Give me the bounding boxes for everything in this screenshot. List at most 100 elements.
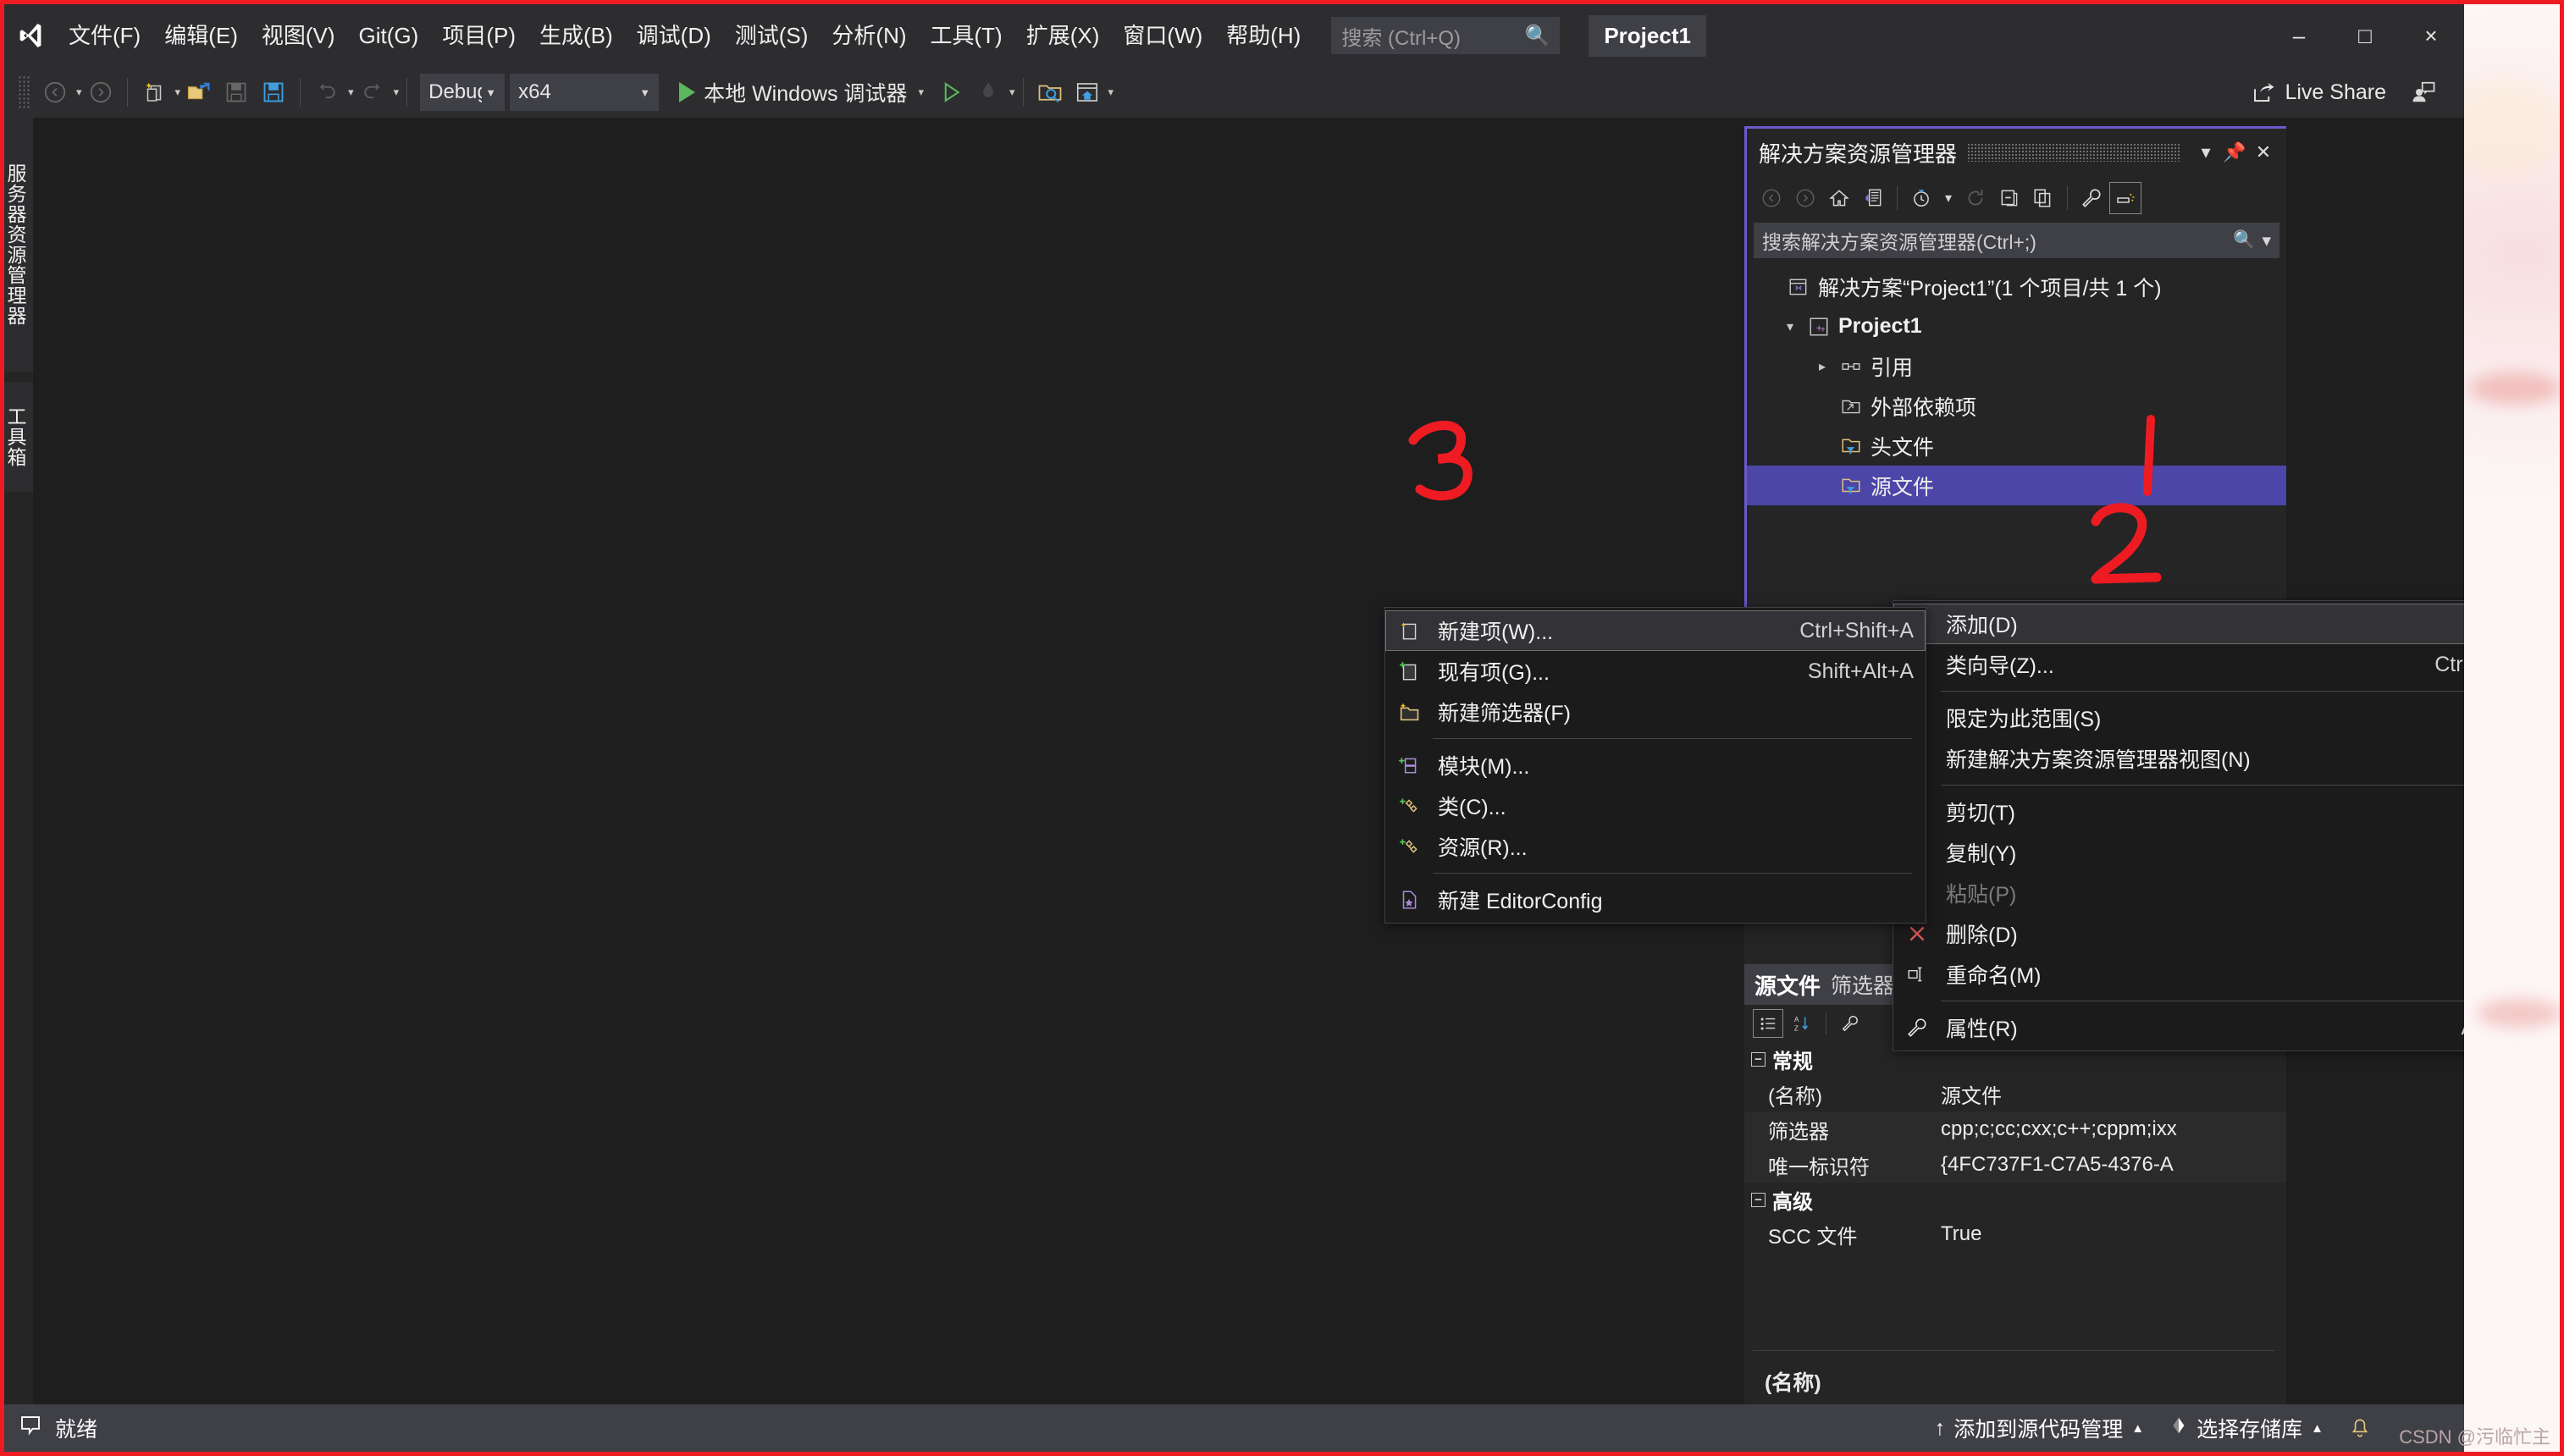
collapse-all-icon[interactable] <box>1993 182 2025 214</box>
panel-drag-grip[interactable] <box>1967 143 2181 162</box>
menu-item-view[interactable]: 视图(V) <box>250 14 347 58</box>
menu-item-file[interactable]: 文件(F) <box>57 14 152 58</box>
collapse-box-icon[interactable]: − <box>1751 1052 1766 1067</box>
menu-item-analyze[interactable]: 分析(N) <box>820 14 918 58</box>
context-menu-item-new-solution-explorer-view[interactable]: 新建解决方案资源管理器视图(N) <box>1893 738 2464 779</box>
menu-item-extensions[interactable]: 扩展(X) <box>1014 14 1112 58</box>
categorized-view-icon[interactable] <box>1753 1009 1783 1038</box>
menu-item-help[interactable]: 帮助(H) <box>1214 14 1312 58</box>
forward-icon[interactable] <box>1789 182 1821 214</box>
start-debugging-dropdown-icon[interactable]: ▾ <box>918 85 924 99</box>
sidebar-item-server-explorer[interactable]: 服务器资源管理器 <box>4 118 33 372</box>
open-file-icon[interactable] <box>180 74 218 111</box>
collapse-box-icon-2[interactable]: − <box>1751 1193 1766 1207</box>
menu-item-tools[interactable]: 工具(T) <box>919 14 1014 58</box>
menu-item-edit[interactable]: 编辑(E) <box>152 14 250 58</box>
toolbar-grip[interactable] <box>18 75 30 109</box>
properties-wrench-icon[interactable] <box>2075 182 2108 214</box>
pending-changes-icon[interactable] <box>1905 182 1937 214</box>
context-menu-item-scope-to-this[interactable]: 限定为此范围(S) <box>1893 698 2464 738</box>
tree-item-external-dependencies[interactable]: 外部依赖项 <box>1747 386 2286 426</box>
live-share-button[interactable]: Live Share <box>2242 74 2395 110</box>
tree-expander-project-icon[interactable]: ▾ <box>1777 318 1803 335</box>
property-value-name[interactable]: 源文件 <box>1932 1079 2286 1109</box>
context-menu-item-copy[interactable]: 复制(Y) Ctrl+C <box>1893 832 2464 873</box>
context-menu-item-class-wizard[interactable]: MFC 类向导(Z)... Ctrl+Shift+X <box>1893 644 2464 685</box>
hot-reload-icon[interactable] <box>970 74 1007 111</box>
property-row-name[interactable]: (名称) 源文件 <box>1744 1076 2286 1111</box>
menu-item-git[interactable]: Git(G) <box>347 14 431 58</box>
menu-item-test[interactable]: 测试(S) <box>723 14 821 58</box>
close-icon[interactable]: ✕ <box>2249 141 2278 163</box>
property-value-scc[interactable]: True <box>1932 1222 2286 1246</box>
sidebar-item-toolbox[interactable]: 工具箱 <box>4 382 33 492</box>
add-to-source-control-button[interactable]: ↑ 添加到源代码管理 ▲ <box>1935 1413 2144 1443</box>
property-row-guid[interactable]: 唯一标识符 {4FC737F1-C7A5-4376-A <box>1744 1147 2286 1183</box>
redo-icon[interactable] <box>354 74 391 111</box>
tree-item-header-files[interactable]: 头文件 <box>1747 426 2286 466</box>
property-row-filter[interactable]: 筛选器 cpp;c;cc;cxx;c++;cppm;ixx <box>1744 1111 2286 1147</box>
save-file-icon[interactable] <box>218 74 255 111</box>
home-window-icon[interactable] <box>1069 74 1106 111</box>
navigate-back-icon[interactable] <box>36 74 74 111</box>
home-icon[interactable] <box>1823 182 1855 214</box>
add-submenu-item-resource[interactable]: 资源(R)... <box>1385 826 1926 867</box>
tree-item-references[interactable]: ▸ 引用 <box>1747 346 2286 386</box>
context-menu-item-add[interactable]: 添加(D) ▶ <box>1893 604 2464 644</box>
search-options-chevron-icon[interactable]: ▾ <box>2262 230 2271 251</box>
tree-item-solution[interactable]: 解决方案“Project1”(1 个项目/共 1 个) <box>1747 267 2286 306</box>
solution-explorer-search-box[interactable]: 搜索解决方案资源管理器(Ctrl+;) 🔍 ▾ <box>1754 223 2279 258</box>
solution-configuration-dropdown[interactable]: Debug ▼ <box>420 74 505 111</box>
close-button[interactable]: × <box>2398 4 2464 67</box>
add-submenu-item-class[interactable]: 类(C)... <box>1385 786 1926 826</box>
minimize-button[interactable]: – <box>2266 4 2332 67</box>
notifications-button[interactable] <box>2349 1416 2371 1440</box>
global-search-input[interactable]: 搜索 (Ctrl+Q) <box>1341 21 1524 51</box>
show-all-files-icon[interactable] <box>2027 182 2059 214</box>
menu-item-window[interactable]: 窗口(W) <box>1111 14 1214 58</box>
property-value-filter[interactable]: cpp;c;cc;cxx;c++;cppm;ixx <box>1932 1117 2286 1141</box>
solution-view-icon[interactable] <box>1857 182 1889 214</box>
alphabetical-view-icon[interactable]: AZ <box>1787 1009 1817 1038</box>
tree-expander-references-icon[interactable]: ▸ <box>1810 358 1835 375</box>
feedback-icon[interactable] <box>2405 74 2442 111</box>
tree-item-project[interactable]: ▾ ++ Project1 <box>1747 306 2286 346</box>
save-all-icon[interactable] <box>255 74 292 111</box>
property-group-advanced[interactable]: − 高级 <box>1744 1183 2286 1216</box>
panel-menu-chevron-icon[interactable]: ▾ <box>2191 141 2220 163</box>
undo-icon[interactable] <box>308 74 345 111</box>
menu-item-debug[interactable]: 调试(D) <box>625 14 723 58</box>
property-pages-wrench-icon[interactable] <box>1835 1009 1865 1038</box>
context-menu-item-properties[interactable]: 属性(R) Alt+Enter <box>1893 1007 2464 1048</box>
add-submenu-item-new-editorconfig[interactable]: 新建 EditorConfig <box>1385 880 1926 920</box>
add-submenu-item-new-filter[interactable]: 新建筛选器(F) <box>1385 692 1926 732</box>
menu-item-build[interactable]: 生成(B) <box>528 14 625 58</box>
context-menu-item-cut[interactable]: 剪切(T) Ctrl+X <box>1893 791 2464 832</box>
redo-dropdown-icon[interactable]: ▾ <box>394 85 400 99</box>
add-submenu-item-existing-item[interactable]: 现有项(G)... Shift+Alt+A <box>1385 651 1926 692</box>
refresh-icon[interactable] <box>1959 182 1992 214</box>
pending-changes-dropdown-icon[interactable]: ▾ <box>1939 182 1958 214</box>
new-project-icon[interactable] <box>135 74 173 111</box>
menu-item-project[interactable]: 项目(P) <box>430 14 528 58</box>
back-icon[interactable] <box>1755 182 1788 214</box>
maximize-button[interactable]: □ <box>2332 4 2398 67</box>
pin-icon[interactable]: 📌 <box>2220 141 2249 163</box>
start-without-debugging-icon[interactable] <box>932 74 970 111</box>
add-submenu-item-module[interactable]: 模块(M)... <box>1385 745 1926 786</box>
navigate-forward-icon[interactable] <box>82 74 119 111</box>
start-debugging-button[interactable]: 本地 Windows 调试器 ▾ <box>671 73 932 112</box>
preview-selected-items-icon[interactable] <box>2109 182 2141 214</box>
context-menu-item-rename[interactable]: 重命名(M) F2 <box>1893 954 2464 995</box>
property-value-guid[interactable]: {4FC737F1-C7A5-4376-A <box>1932 1153 2286 1177</box>
toolbar-overflow-icon[interactable]: ▾ <box>1108 85 1114 99</box>
context-menu-item-delete[interactable]: 删除(D) Del <box>1893 913 2464 954</box>
search-folder-icon[interactable] <box>1031 74 1069 111</box>
tree-item-source-files[interactable]: 源文件 <box>1747 466 2286 505</box>
select-repository-button[interactable]: 选择存储库 ▲ <box>2169 1413 2324 1443</box>
hot-reload-dropdown-icon[interactable]: ▾ <box>1009 85 1015 99</box>
property-row-scc[interactable]: SCC 文件 True <box>1744 1216 2286 1252</box>
solution-explorer-search-input[interactable]: 搜索解决方案资源管理器(Ctrl+;) <box>1762 226 2233 255</box>
add-submenu-item-new-item[interactable]: 新建项(W)... Ctrl+Shift+A <box>1385 610 1926 651</box>
global-search-box[interactable]: 搜索 (Ctrl+Q) 🔍 <box>1331 17 1560 54</box>
